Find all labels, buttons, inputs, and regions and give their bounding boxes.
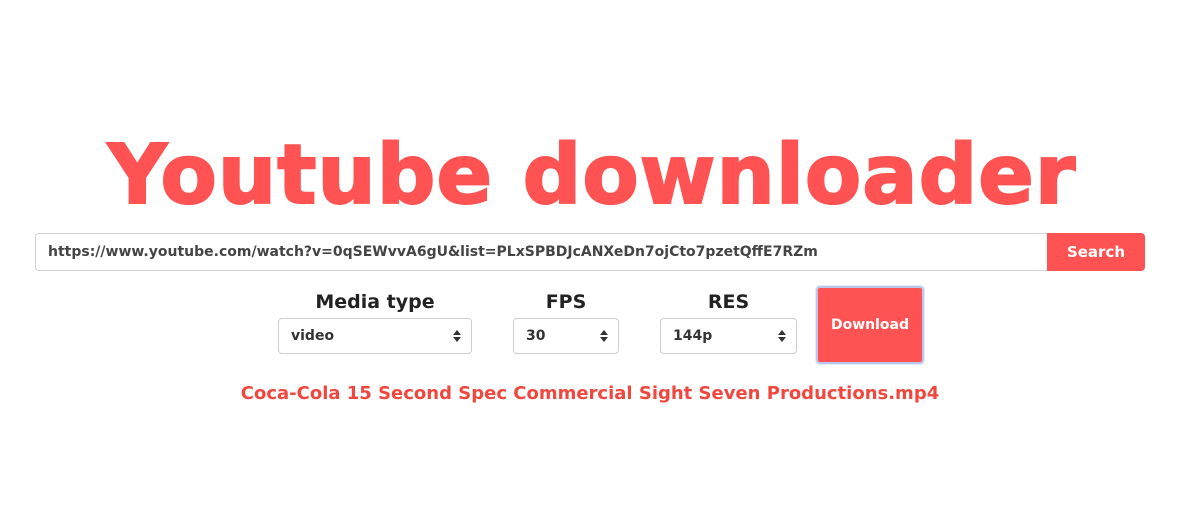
sort-arrows-icon <box>600 330 608 342</box>
download-button[interactable]: Download <box>816 286 924 364</box>
result-filename: Coca-Cola 15 Second Spec Commercial Sigh… <box>240 383 940 404</box>
res-label: RES <box>707 291 750 313</box>
res-value: 144p <box>673 328 713 344</box>
media-type-value: video <box>291 328 335 344</box>
fps-select[interactable]: 30 <box>513 318 619 354</box>
search-button[interactable]: Search <box>1047 233 1145 271</box>
fps-value: 30 <box>526 328 546 344</box>
media-type-select[interactable]: video <box>278 318 472 354</box>
sort-arrows-icon <box>778 330 786 342</box>
page-title: Youtube downloader <box>107 127 1077 224</box>
fps-label: FPS <box>545 291 587 313</box>
sort-arrows-icon <box>453 330 461 342</box>
url-input[interactable] <box>35 233 1047 271</box>
res-select[interactable]: 144p <box>660 318 797 354</box>
page: Youtube downloader Search Media type vid… <box>0 0 1184 522</box>
media-type-label: Media type <box>315 291 435 313</box>
